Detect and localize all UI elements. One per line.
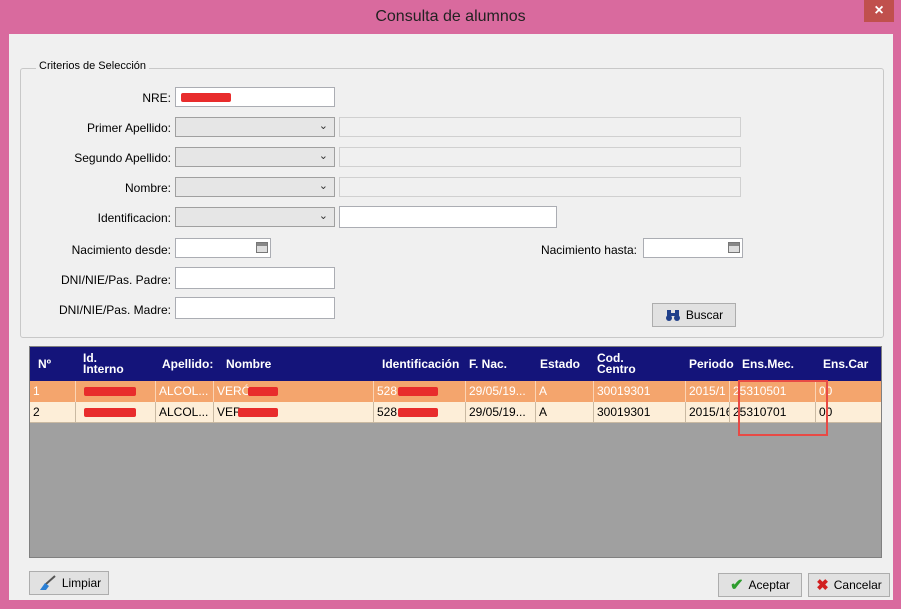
nre-label: NRE: (142, 91, 171, 105)
dni-padre-label: DNI/NIE/Pas. Padre: (60, 273, 171, 287)
cancelar-button[interactable]: ✖ Cancelar (808, 573, 890, 597)
cell-estado: A (536, 402, 594, 423)
segundo-apellido-label: Segundo Apellido: (74, 151, 171, 165)
dni-madre-input[interactable] (175, 297, 335, 319)
primer-apellido-label: Primer Apellido: (86, 121, 171, 135)
cell-periodo: 2015/1 (686, 381, 730, 402)
nacimiento-desde-picker[interactable] (175, 238, 271, 258)
chevron-down-icon: ⌄ (318, 210, 328, 222)
title-bar: Consulta de alumnos × (0, 0, 901, 34)
column-header-nombre[interactable]: Nombre (223, 347, 378, 381)
annotation-highlight-box (738, 380, 828, 436)
nacimiento-hasta-picker[interactable] (643, 238, 743, 258)
window-border-bottom (0, 600, 901, 609)
dni-madre-label: DNI/NIE/Pas. Madre: (58, 303, 171, 317)
column-header-apellido[interactable]: Apellido: (159, 347, 224, 381)
column-header-ens-car[interactable]: Ens.Car (820, 347, 881, 381)
limpiar-button[interactable]: Limpiar (29, 571, 109, 595)
nombre-input[interactable] (339, 177, 741, 197)
cross-icon: ✖ (816, 577, 829, 594)
calendar-icon[interactable] (728, 242, 740, 253)
criteria-groupbox (20, 68, 884, 338)
cell-periodo: 2015/16 (686, 402, 730, 423)
results-grid[interactable]: Nº Id. Interno Apellido: Nombre Identifi… (29, 346, 882, 558)
redaction-mark (238, 408, 278, 417)
checkmark-icon: ✔ (730, 577, 744, 594)
redaction-mark (398, 408, 438, 417)
cell-identificacion-text: 528 (377, 384, 398, 398)
redaction-mark (84, 408, 136, 417)
primer-apellido-select[interactable]: ⌄ (175, 117, 335, 137)
cancelar-label: Cancelar (833, 578, 882, 592)
nacimiento-desde-label: Nacimiento desde: (71, 243, 171, 257)
cell-cod-centro: 30019301 (594, 402, 686, 423)
cell-nombre: VERÓ (214, 381, 374, 402)
column-header-ens-mec[interactable]: Ens.Mec. (739, 347, 816, 381)
chevron-down-icon: ⌄ (318, 120, 328, 132)
cell-cod-centro: 30019301 (594, 381, 686, 402)
broom-icon (39, 575, 56, 590)
nre-input[interactable] (175, 87, 335, 107)
cell-nombre: VER (214, 402, 374, 423)
column-header-cod-centro[interactable]: Cod. Centro (594, 347, 642, 381)
cell-identificacion-text: 528 (377, 405, 398, 419)
cell-id-interno (76, 381, 156, 402)
nombre-label: Nombre: (124, 181, 171, 195)
limpiar-label: Limpiar (61, 576, 102, 590)
nombre-select[interactable]: ⌄ (175, 177, 335, 197)
cell-fnac: 29/05/19... (466, 381, 536, 402)
cell-identificacion: 528 (374, 381, 466, 402)
calendar-icon[interactable] (256, 242, 268, 253)
cell-apellido: ALCOL... (156, 381, 214, 402)
column-header-estado[interactable]: Estado (537, 347, 587, 381)
column-header-periodo[interactable]: Periodo (686, 347, 738, 381)
buscar-button[interactable]: Buscar (652, 303, 736, 327)
cell-n: 1 (30, 381, 76, 402)
cell-estado: A (536, 381, 594, 402)
identificacion-select[interactable]: ⌄ (175, 207, 335, 227)
primer-apellido-input[interactable] (339, 117, 741, 137)
redaction-mark (84, 387, 136, 396)
window-title: Consulta de alumnos (375, 8, 526, 25)
chevron-down-icon: ⌄ (318, 150, 328, 162)
segundo-apellido-select[interactable]: ⌄ (175, 147, 335, 167)
redaction-mark (181, 93, 231, 102)
column-header-n[interactable]: Nº (30, 347, 73, 381)
dni-padre-input[interactable] (175, 267, 335, 289)
window-border-left (0, 34, 9, 609)
cell-id-interno (76, 402, 156, 423)
cell-identificacion: 528 (374, 402, 466, 423)
binoculars-icon (665, 309, 680, 321)
cell-n: 2 (30, 402, 76, 423)
identificacion-label: Identificacion: (97, 211, 171, 225)
cell-fnac: 29/05/19... (466, 402, 536, 423)
identificacion-input[interactable] (339, 206, 557, 228)
cell-apellido: ALCOL... (156, 402, 214, 423)
redaction-mark (398, 387, 438, 396)
aceptar-label: Aceptar (748, 578, 790, 592)
grid-header: Nº Id. Interno Apellido: Nombre Identifi… (30, 347, 881, 381)
column-header-identificacion[interactable]: Identificación (379, 347, 474, 381)
aceptar-button[interactable]: ✔ Aceptar (718, 573, 802, 597)
segundo-apellido-input[interactable] (339, 147, 741, 167)
redaction-mark (248, 387, 278, 396)
buscar-label: Buscar (685, 308, 724, 322)
cell-nombre-text: VERÓ (217, 384, 252, 398)
close-button[interactable]: × (864, 0, 894, 22)
criteria-legend: Criterios de Selección (36, 60, 149, 72)
column-header-id-interno[interactable]: Id. Interno (80, 347, 135, 381)
nacimiento-hasta-label: Nacimiento hasta: (540, 243, 637, 257)
window-border-right (893, 34, 901, 609)
column-header-fnac[interactable]: F. Nac. (466, 347, 536, 381)
chevron-down-icon: ⌄ (318, 180, 328, 192)
